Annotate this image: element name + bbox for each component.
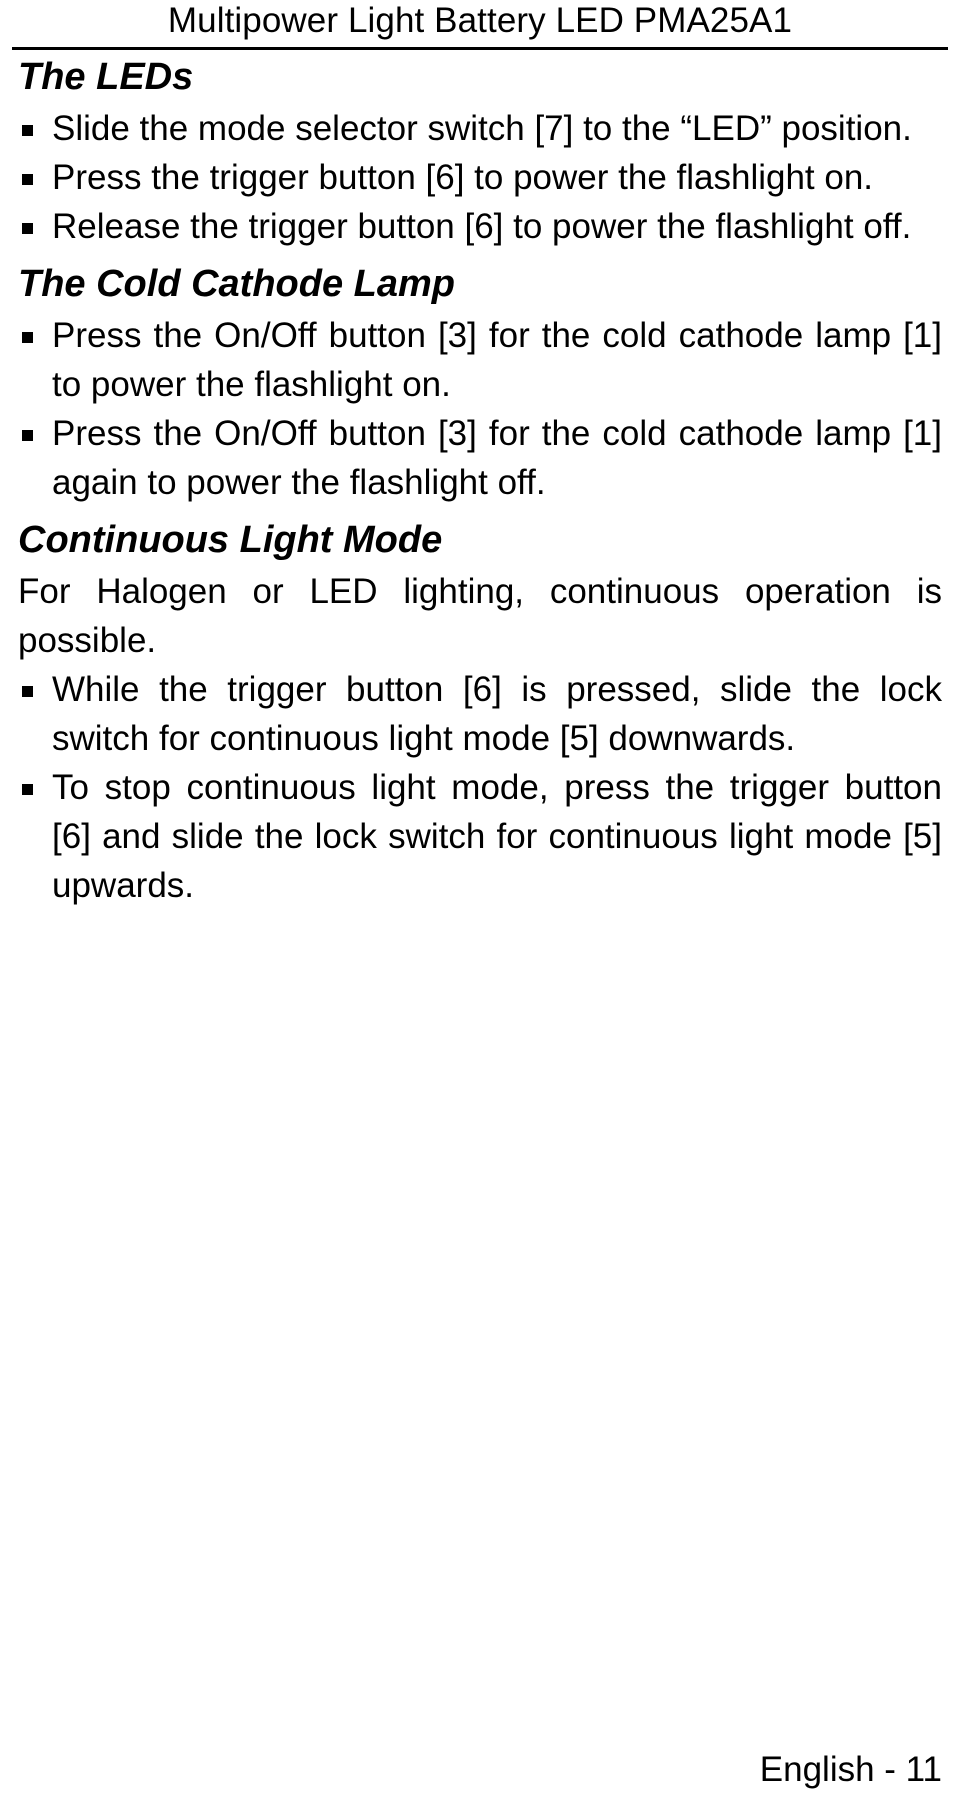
section-heading-continuous-light-mode: Continuous Light Mode bbox=[18, 519, 443, 561]
section-heading-cold-cathode-lamp: The Cold Cathode Lamp bbox=[18, 263, 455, 305]
list-item: Press the On/Off button [3] for the cold… bbox=[18, 311, 942, 409]
bullet-square-icon bbox=[22, 686, 33, 697]
bullet-square-icon bbox=[22, 125, 33, 136]
bullet-square-icon bbox=[22, 784, 33, 795]
list-item: While the trigger button [6] is pressed,… bbox=[18, 665, 942, 763]
list-item: Press the On/Off button [3] for the cold… bbox=[18, 409, 942, 507]
list-item: To stop continuous light mode, press the… bbox=[18, 763, 942, 910]
page-footer: English - 11 bbox=[0, 1749, 942, 1791]
bullet-square-icon bbox=[22, 174, 33, 185]
list-item-text: Press the On/Off button [3] for the cold… bbox=[52, 316, 942, 404]
list-item-text: Release the trigger button [6] to power … bbox=[52, 207, 912, 246]
footer-page-label: English - 11 bbox=[759, 1750, 942, 1789]
list-item: Press the trigger button [6] to power th… bbox=[18, 153, 942, 202]
list-item-text: Slide the mode selector switch [7] to th… bbox=[52, 109, 912, 148]
bullet-square-icon bbox=[22, 223, 33, 234]
section-heading-leds: The LEDs bbox=[18, 56, 194, 98]
document-page: Multipower Light Battery LED PMA25A1 The… bbox=[0, 0, 960, 1809]
list-item: Release the trigger button [6] to power … bbox=[18, 202, 942, 251]
bullet-square-icon bbox=[22, 430, 33, 441]
list-item-text: To stop continuous light mode, press the… bbox=[52, 768, 942, 905]
intro-text: For Halogen or LED lighting, continuous … bbox=[18, 572, 942, 660]
section-intro-text: For Halogen or LED lighting, continuous … bbox=[18, 567, 942, 665]
page-header: Multipower Light Battery LED PMA25A1 bbox=[0, 0, 960, 52]
page-title: Multipower Light Battery LED PMA25A1 bbox=[167, 1, 793, 40]
list-item-text: Press the On/Off button [3] for the cold… bbox=[52, 414, 942, 502]
bullet-square-icon bbox=[22, 332, 33, 343]
header-divider bbox=[12, 47, 948, 50]
page-content: The LEDs Slide the mode selector switch … bbox=[18, 52, 942, 910]
list-item-text: Press the trigger button [6] to power th… bbox=[52, 158, 874, 197]
list-item: Slide the mode selector switch [7] to th… bbox=[18, 104, 942, 153]
list-item-text: While the trigger button [6] is pressed,… bbox=[52, 670, 942, 758]
